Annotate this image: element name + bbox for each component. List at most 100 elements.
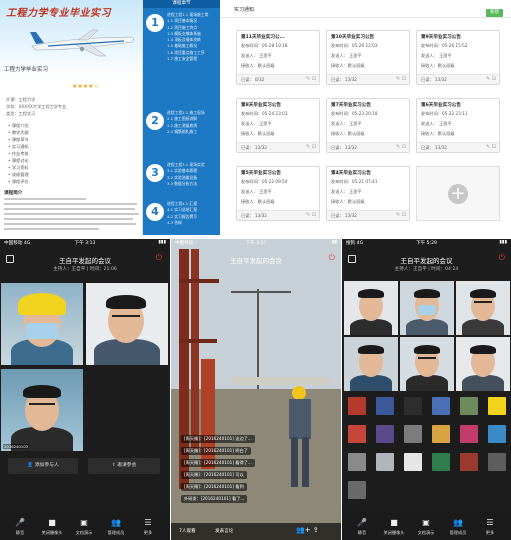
microphone-icon: 🎤: [15, 518, 25, 527]
video-tile[interactable]: [344, 281, 398, 335]
notice-card[interactable]: 第5天毕业实习公告 发布时间：05-22 09:54 发送人： 王思平 接收人：…: [236, 166, 320, 221]
folder-icon: ▣: [422, 518, 430, 527]
manage-members-button[interactable]: 👥 管理成员: [102, 518, 130, 536]
chapter-list[interactable]: 进程工程2.1 施工现场 2.1 施工图纸讲解 2.2 施工测量放线 2.3 钢筋绑…: [167, 110, 219, 135]
avatar[interactable]: [432, 425, 450, 443]
outline-item[interactable]: • 成绩管理: [8, 171, 68, 178]
mute-button[interactable]: 🎤 静音: [6, 518, 34, 536]
avatar[interactable]: [348, 425, 366, 443]
video-tile[interactable]: [400, 337, 454, 391]
add-notice-card[interactable]: +: [416, 166, 500, 221]
chat-message: [周天赐]：[2016240101] 可以: [181, 471, 247, 479]
outline-item[interactable]: • 课程讨论: [8, 157, 68, 164]
notice-card[interactable]: 第7天毕业实习公告 发布时间：05-23 20:18 发送人： 王思平 接收人：…: [326, 98, 410, 153]
camera-icon: ■: [390, 518, 398, 527]
chapter-sidebar: 课程章节 1 进程工程1.1 现场施工常 1.1 项目基本情况 1.2 项目施工特…: [143, 0, 220, 235]
status-bar: 中国移动 4G 下午 3:13 ▮▮▮: [4, 240, 166, 246]
video-tile[interactable]: [1, 283, 83, 365]
viewer-count[interactable]: 7人观看: [179, 528, 196, 534]
members-icon: 👥: [111, 518, 121, 527]
comment-input[interactable]: 发表言论: [215, 528, 233, 534]
edit-delete-icons: ✎ ⊡: [306, 76, 316, 82]
avatar[interactable]: [432, 453, 450, 471]
avatar[interactable]: [348, 453, 366, 471]
outline-item[interactable]: • 教学大纲: [8, 129, 68, 136]
notice-card[interactable]: 第9天毕业实习公告 发布时间：05-26 15:52 发送人： 王思平 接收人：…: [416, 30, 500, 85]
meeting-title: 王自平发起的会议: [400, 257, 453, 265]
chapter-list[interactable]: 进程工程3.1 现场实验 3.1 实验基本原理 3.2 实验测量设备 3.3 数据分…: [167, 162, 219, 187]
video-tile[interactable]: [86, 283, 168, 365]
outline-item[interactable]: • 作业考核: [8, 150, 68, 157]
avatar[interactable]: [460, 453, 478, 471]
notice-card[interactable]: 第4天毕业实习公告 发布时间：05-21 07:41 发送人： 王思平 接收人：…: [326, 166, 410, 221]
mute-button[interactable]: 🎤 静音: [348, 518, 376, 536]
chapter-number[interactable]: 4: [146, 203, 164, 221]
chapter-number[interactable]: 3: [146, 164, 164, 182]
intro-text: [4, 198, 140, 233]
outline-item[interactable]: • 课程介绍: [8, 122, 68, 129]
avatar[interactable]: [460, 425, 478, 443]
chapter-header: 课程章节: [143, 0, 220, 8]
chat-message: [周天赐]：[2016240101] 看到: [181, 483, 247, 491]
avatar[interactable]: [376, 425, 394, 443]
avatar[interactable]: [376, 453, 394, 471]
meeting-toolbar: 🎤 静音 ■ 关闭摄像头 ▣ 文档演示 👥 管理成员 ☰ 更多: [342, 508, 511, 540]
status-bar: 搜狗 4G 下午 5:29 ▮▮▮: [346, 240, 507, 246]
avatar[interactable]: [404, 425, 422, 443]
plus-icon[interactable]: +: [448, 184, 468, 204]
video-tile[interactable]: [344, 337, 398, 391]
share-icon[interactable]: 👥+ ⇪: [296, 526, 319, 534]
outline-item[interactable]: • 学习资料: [8, 164, 68, 171]
video-tile[interactable]: [456, 337, 510, 391]
notice-card[interactable]: 第6天毕业实习公告 发布时间：05-22 23:11 发送人： 王思平 接收人：…: [416, 98, 500, 153]
notice-card[interactable]: 第11天毕业实习公... 发布时间：05-28 10:18 发送人： 王思平 接…: [236, 30, 320, 85]
banner-subtitle: 工程力学毕业实习: [4, 67, 49, 73]
notices-title: 实习通知: [234, 7, 255, 13]
chapter-number[interactable]: 2: [146, 112, 164, 130]
manage-members-button[interactable]: 👥 管理成员: [444, 518, 472, 536]
avatar[interactable]: [348, 481, 366, 499]
rating-stars: ★★★★☆: [72, 83, 99, 90]
invite-button[interactable]: ⇪ 邀请参会: [88, 458, 160, 474]
video-tile[interactable]: [456, 281, 510, 335]
avatar[interactable]: [488, 425, 506, 443]
camera-button[interactable]: ■ 关闭摄像头: [380, 518, 408, 536]
menu-icon: ☰: [144, 518, 152, 527]
avatar[interactable]: [348, 397, 366, 415]
avatar[interactable]: [404, 397, 422, 415]
chapter-list[interactable]: 进程工程1.1 现场施工常 1.1 项目基本情况 1.2 项目施工特点 1.3 模板…: [167, 12, 219, 62]
notice-card[interactable]: 第10天毕业实习公告 发布时间：05-26 22:03 发送人： 王思平 接收人…: [326, 30, 410, 85]
share-doc-button[interactable]: ▣ 文档演示: [412, 518, 440, 536]
add-participant-button[interactable]: 👤 添加参与人: [8, 458, 78, 474]
outline-item[interactable]: • 课程章节: [8, 136, 68, 143]
avatar[interactable]: [404, 453, 422, 471]
outline-item[interactable]: • 实习通知: [8, 143, 68, 150]
chat-message: [周天赐]：[2016240101] 明白了: [181, 447, 251, 455]
course-page: 工程力学专业毕业实习 工程力学毕业实习 ★★★★☆ 开课：工程力学 学校：XXX…: [0, 0, 143, 235]
avatar[interactable]: [376, 397, 394, 415]
camera-button[interactable]: ■ 关闭摄像头: [38, 518, 66, 536]
meeting-subtitle: 主持人：王自平 | 时间：04:24: [394, 267, 459, 272]
video-tile[interactable]: [400, 281, 454, 335]
menu-icon: ☰: [486, 518, 494, 527]
new-notice-button[interactable]: 新建: [486, 9, 503, 17]
avatar[interactable]: [488, 453, 506, 471]
more-button[interactable]: ☰ 更多: [476, 518, 504, 536]
chat-message: 外研发：[2016240101] 看了...: [181, 495, 248, 503]
outline-item[interactable]: • 课程评价: [8, 178, 68, 185]
leave-meeting-icon[interactable]: ⏻: [329, 253, 335, 263]
notices-panel: 实习通知 新建 第11天毕业实习公... 发布时间：05-28 10:18 发送…: [220, 0, 511, 235]
meeting-screen-2: 中国移动 下午 3:57 ▮▮ 王自平发起的会议 ⏻ [周天赐]：[201624…: [171, 239, 341, 540]
video-tile[interactable]: 2016240103: [1, 369, 83, 451]
notice-card[interactable]: 第8天毕业实习公告 发布时间：05-24 23:03 发送人： 王思平 接收人：…: [236, 98, 320, 153]
share-doc-button[interactable]: ▣ 文档演示: [70, 518, 98, 536]
leave-meeting-icon[interactable]: ⏻: [156, 253, 162, 263]
chapter-number[interactable]: 1: [146, 14, 164, 32]
chapter-list[interactable]: 进程工程4.1 汇报 4.1 实习总结汇报 4.2 实习报告撰写 4.3 答辩: [167, 201, 219, 226]
edit-delete-icons: ✎ ⊡: [486, 76, 496, 82]
avatar[interactable]: [432, 397, 450, 415]
more-button[interactable]: ☰ 更多: [134, 518, 162, 536]
avatar[interactable]: [488, 397, 506, 415]
leave-meeting-icon[interactable]: ⏻: [499, 253, 505, 263]
avatar[interactable]: [460, 397, 478, 415]
